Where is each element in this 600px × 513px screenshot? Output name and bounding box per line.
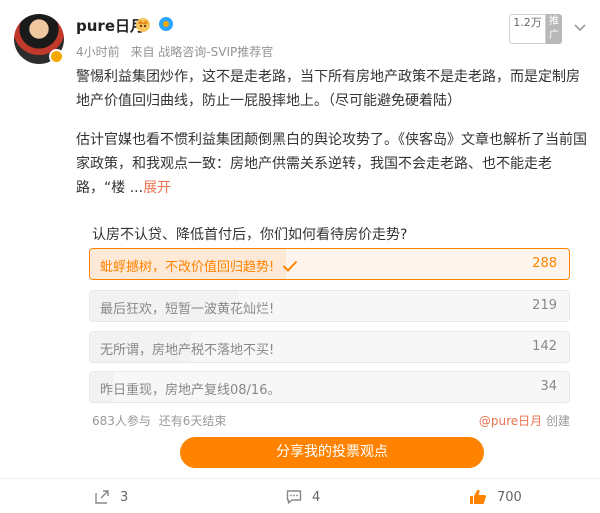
poll-option-label: 最后狂欢，短暂一波黄花灿烂!	[100, 302, 275, 317]
follow-count-badge[interactable]: 1.2万	[509, 14, 546, 44]
poll-creator-link[interactable]: @pure日月	[479, 414, 542, 428]
poll-creator-suffix: 创建	[542, 414, 570, 428]
poll-option-3[interactable]: 无所谓，房地产税不落地不买! 142	[89, 331, 570, 363]
poll-creator: @pure日月 创建	[479, 412, 570, 429]
post-source[interactable]: 来自 战略咨询-SVIP推荐官	[130, 45, 273, 59]
follow-count: 1.2万	[513, 16, 542, 29]
divider	[0, 478, 600, 479]
poll-option-count: 34	[540, 379, 557, 394]
like-count: 700	[497, 489, 522, 505]
post-time[interactable]: 4小时前	[76, 45, 120, 59]
poll-option-label: 蚍蜉撼树，不改价值回归趋势!	[100, 256, 298, 275]
repost-icon	[95, 490, 109, 504]
crown-icon	[136, 18, 150, 32]
comment-button[interactable]: 4	[285, 487, 320, 507]
expand-link[interactable]: 展开	[143, 180, 171, 196]
check-icon	[283, 260, 298, 272]
post-paragraph-1: 警惕利益集团炒作，这不是走老路，当下所有房地产政策不是走老路，而是定制房地产价值…	[76, 69, 580, 109]
poll-option-label: 无所谓，房地产税不落地不买!	[100, 343, 275, 358]
poll-option-count: 219	[532, 298, 557, 313]
poll-card: 认房不认贷、降低首付后，你们如何看待房价走势? 蚍蜉撼树，不改价值回归趋势! 2…	[76, 210, 588, 440]
repost-count: 3	[120, 489, 129, 505]
poll-option-2[interactable]: 最后狂欢，短暂一波黄花灿烂! 219	[89, 290, 570, 322]
recommend-tag[interactable]: 推广	[546, 14, 562, 44]
like-icon	[470, 489, 486, 504]
poll-stats: 683人参与 还有6天结束	[92, 412, 226, 429]
comment-count: 4	[312, 489, 321, 505]
comment-icon	[286, 490, 302, 504]
poll-option-1[interactable]: 蚍蜉撼树，不改价值回归趋势! 288	[89, 248, 570, 280]
verify-icon	[159, 17, 173, 31]
poll-participants: 683人参与	[92, 414, 151, 428]
repost-button[interactable]: 3	[93, 487, 128, 507]
poll-option-4[interactable]: 昨日重现，房地产复线08/16。 34	[89, 371, 570, 403]
post-meta: 4小时前 来自 战略咨询-SVIP推荐官	[76, 43, 280, 60]
poll-remaining: 还有6天结束	[158, 414, 227, 428]
avatar-badge	[49, 49, 64, 64]
poll-option-count: 288	[532, 256, 557, 271]
share-vote-button[interactable]: 分享我的投票观点	[180, 437, 484, 468]
post-body: 警惕利益集团炒作，这不是走老路，当下所有房地产政策不是走老路，而是定制房地产价值…	[76, 65, 588, 200]
poll-option-label: 昨日重现，房地产复线08/16。	[100, 383, 281, 398]
poll-question: 认房不认贷、降低首付后，你们如何看待房价走势?	[92, 227, 408, 243]
poll-option-count: 142	[532, 339, 557, 354]
like-button[interactable]: 700	[468, 487, 522, 507]
post-paragraph-2: 估计官媒也看不惯利益集团颠倒黑白的舆论攻势了。《侠客岛》文章也解析了当前国家政策…	[76, 132, 587, 196]
more-icon[interactable]	[573, 23, 587, 33]
